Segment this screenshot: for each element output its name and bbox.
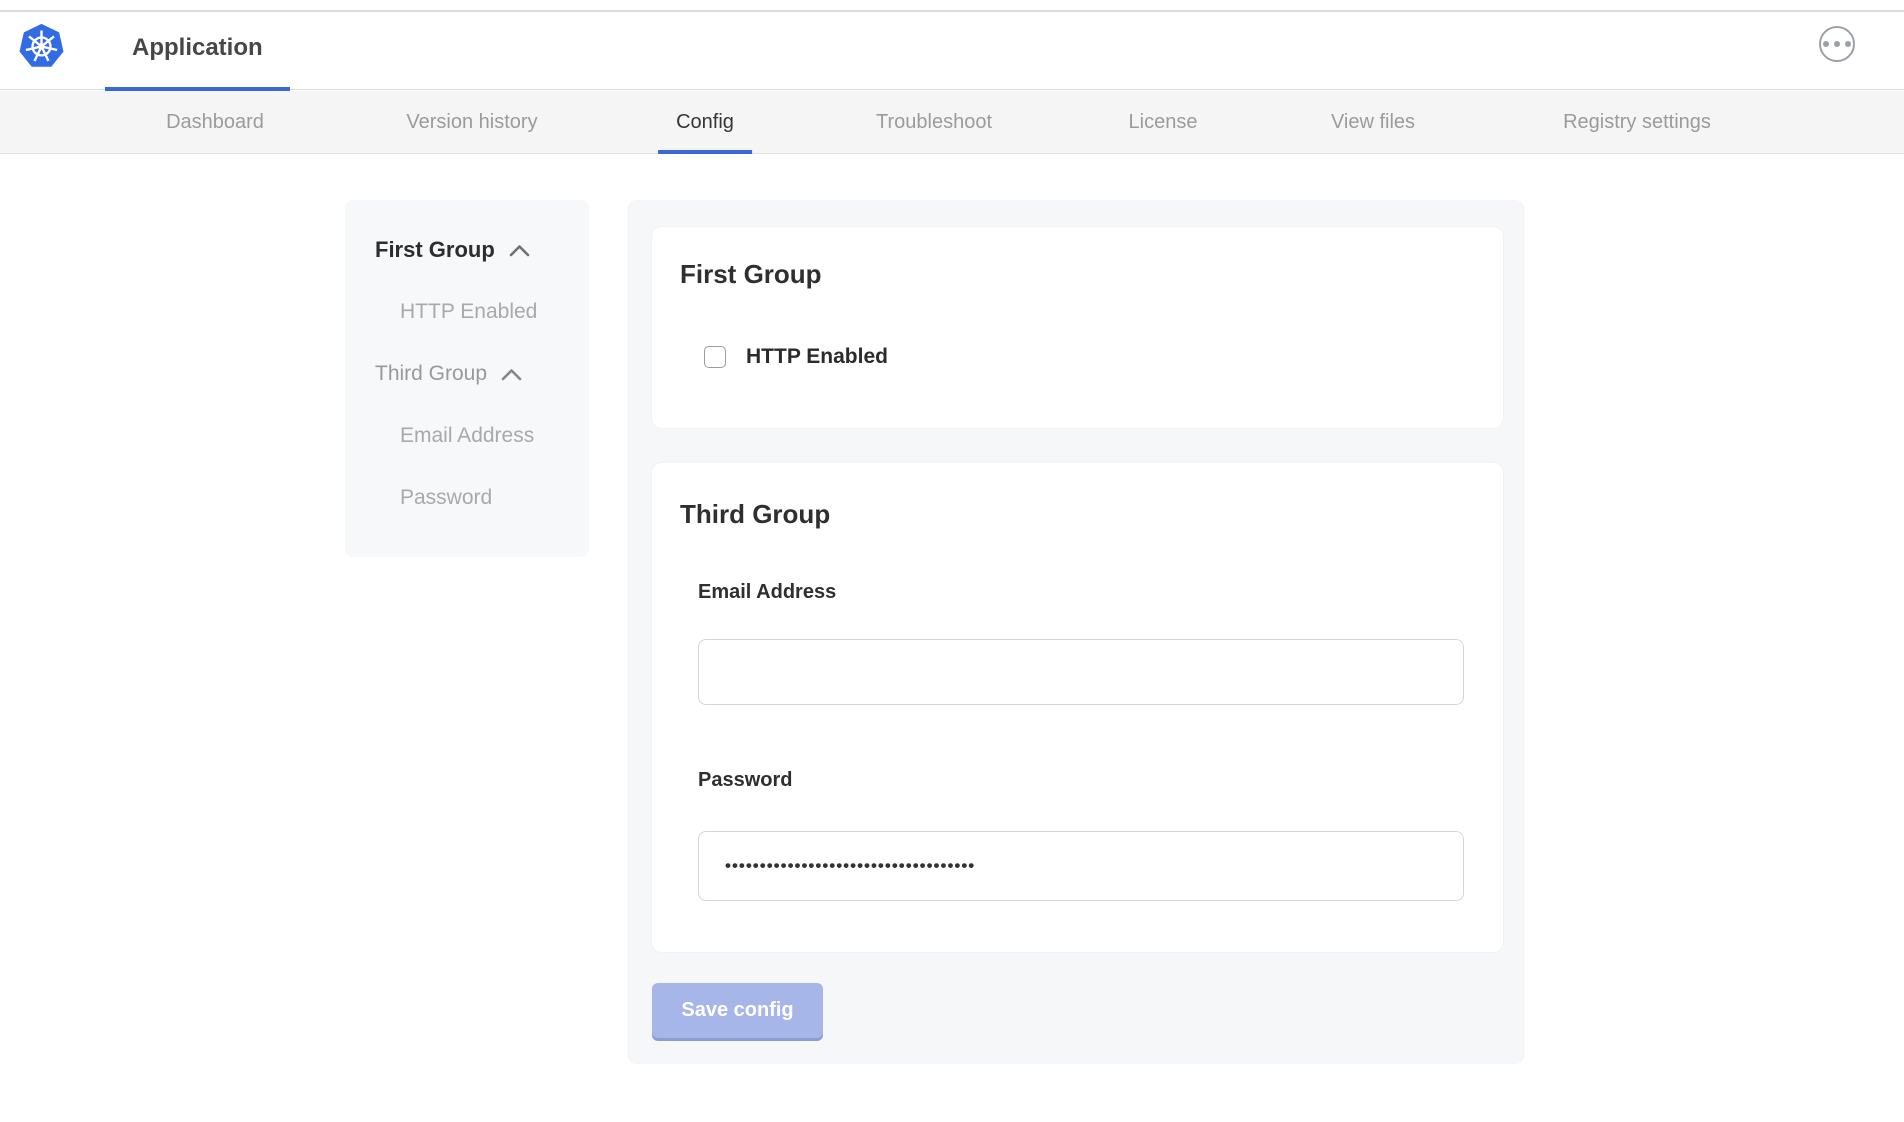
config-sidebar: First Group HTTP Enabled Third Group Ema… [345,200,589,557]
http-enabled-field[interactable]: HTTP Enabled [704,345,888,369]
app-nav: Dashboard Version history Config Trouble… [0,91,1904,154]
ellipsis-icon [1823,41,1851,47]
config-tab-underline [658,150,752,154]
group-title-third: Third Group [680,499,830,530]
config-panel: First Group HTTP Enabled Third Group Ema… [627,200,1525,1064]
tab-config[interactable]: Config [658,91,752,154]
sidebar-item-first-group[interactable]: First Group [375,237,530,263]
tab-view-files[interactable]: View files [1313,91,1433,154]
sidebar-item-email-address[interactable]: Email Address [400,424,534,448]
password-label: Password [698,769,792,792]
password-input[interactable] [698,831,1464,901]
more-menu-button[interactable] [1819,26,1855,62]
tab-version-history[interactable]: Version history [388,91,555,154]
save-config-button[interactable]: Save config [652,983,823,1038]
tab-license[interactable]: License [1111,91,1216,154]
http-enabled-label: HTTP Enabled [746,345,888,369]
tab-troubleshoot[interactable]: Troubleshoot [858,91,1010,154]
tab-registry-settings[interactable]: Registry settings [1545,91,1729,154]
group-title-first: First Group [680,259,822,290]
email-address-input[interactable] [698,639,1464,705]
config-group-third: Third Group Email Address Password [652,463,1503,952]
email-address-label: Email Address [698,581,836,604]
chevron-up-icon [501,368,522,381]
chevron-up-icon [509,244,530,257]
kubernetes-logo-icon [18,22,65,69]
app-header: Application [0,12,1904,90]
sidebar-item-http-enabled[interactable]: HTTP Enabled [400,300,537,324]
tab-application[interactable]: Application [105,12,290,90]
sidebar-item-password[interactable]: Password [400,486,492,510]
tab-dashboard[interactable]: Dashboard [148,91,282,154]
sidebar-item-third-group[interactable]: Third Group [375,362,522,386]
page: Application Dashboard Version history Co… [0,0,1904,1122]
http-enabled-checkbox[interactable] [704,346,726,368]
config-group-first: First Group HTTP Enabled [652,227,1503,428]
application-tab-label: Application [132,34,263,62]
